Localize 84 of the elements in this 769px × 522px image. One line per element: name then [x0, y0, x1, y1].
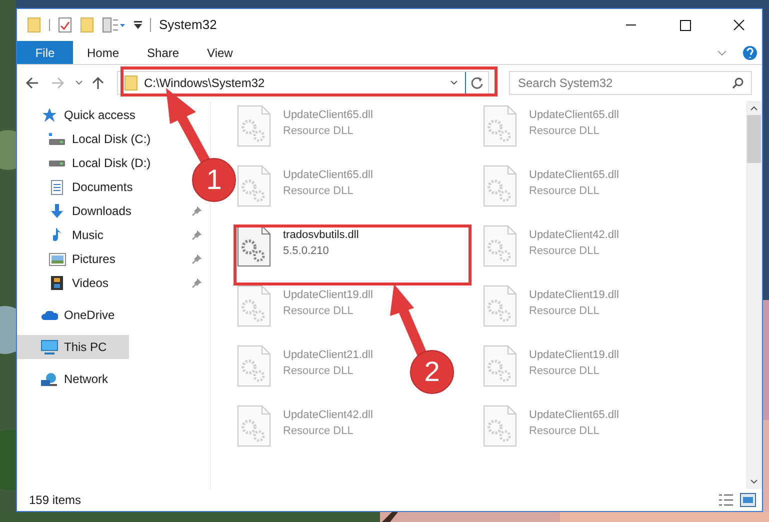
search-field[interactable]: Search System32 [509, 71, 752, 95]
star-icon [42, 108, 56, 122]
address-path: C:\Windows\System32 [144, 75, 266, 92]
file-name: UpdateClient42.dll [283, 408, 373, 423]
nav-item[interactable]: Quick access [17, 103, 144, 127]
file-detail: Resource DLL [283, 304, 354, 319]
gear-file-icon [237, 225, 271, 267]
cloud-icon [40, 310, 58, 320]
drive-icon [49, 133, 65, 145]
back-arrow-icon[interactable] [25, 76, 39, 90]
nav-item[interactable]: Downloads [17, 199, 140, 223]
file-item[interactable]: tradosvbutils.dll 5.5.0.210 [237, 225, 359, 267]
file-name: UpdateClient19.dll [283, 288, 373, 303]
picture-icon [48, 252, 66, 266]
file-detail: Resource DLL [283, 424, 354, 439]
gear-file-icon [483, 165, 517, 207]
document-icon [51, 180, 63, 194]
gear-file-icon [237, 285, 271, 327]
properties-icon[interactable] [102, 17, 126, 33]
file-name: tradosvbutils.dll [283, 228, 359, 243]
customize-arrow-icon[interactable] [134, 20, 142, 30]
file-name: UpdateClient65.dll [283, 108, 373, 123]
ribbon-tab[interactable]: Share [133, 41, 194, 64]
download-icon [51, 204, 63, 218]
up-arrow-icon[interactable] [91, 76, 105, 90]
gear-file-icon [483, 225, 517, 267]
file-name: UpdateClient65.dll [529, 168, 619, 183]
nav-item[interactable]: This PC [17, 335, 129, 359]
film-icon [51, 276, 63, 290]
nav-item[interactable]: Network [17, 367, 116, 391]
pin-icon[interactable] [192, 278, 202, 288]
gear-file-icon [237, 165, 271, 207]
ribbon-tab[interactable]: View [193, 41, 247, 64]
folder-icon [124, 75, 138, 91]
file-detail: Resource DLL [283, 124, 354, 139]
file-name: UpdateClient42.dll [529, 228, 619, 243]
file-detail: Resource DLL [283, 364, 354, 379]
file-detail: Resource DLL [283, 184, 354, 199]
nav-item[interactable]: Videos [17, 271, 116, 295]
gear-file-icon [483, 105, 517, 147]
music-note-icon [52, 228, 62, 242]
gear-file-icon [237, 405, 271, 447]
nav-item[interactable]: Documents [17, 175, 141, 199]
network-icon [41, 372, 57, 386]
file-detail: 5.5.0.210 [283, 244, 330, 259]
file-detail: Resource DLL [529, 424, 600, 439]
file-name: UpdateClient65.dll [529, 408, 619, 423]
file-name: UpdateClient21.dll [283, 348, 373, 363]
recent-caret-icon[interactable] [75, 79, 83, 87]
pin-icon[interactable] [192, 254, 202, 264]
tiles-view-icon[interactable] [740, 493, 756, 507]
gear-file-icon [237, 345, 271, 387]
file-name: UpdateClient65.dll [283, 168, 373, 183]
nav-item[interactable]: Music [17, 223, 112, 247]
gear-file-icon [483, 285, 517, 327]
file-tab[interactable]: File [17, 41, 73, 64]
ribbon-tab[interactable]: Home [73, 41, 134, 64]
gear-file-icon [483, 345, 517, 387]
details-view-icon[interactable] [718, 493, 734, 507]
file-detail: Resource DLL [529, 124, 600, 139]
nav-item[interactable]: Pictures [17, 247, 124, 271]
nav-item[interactable]: Local Disk (C:) [17, 127, 159, 151]
gear-file-icon [237, 105, 271, 147]
scrollbar[interactable] [746, 101, 762, 489]
item-count: 159 items [29, 492, 82, 509]
nav-item[interactable]: Local Disk (D:) [17, 151, 159, 175]
checklist-icon[interactable] [58, 17, 72, 33]
address-bar[interactable]: C:\Windows\System32 [117, 71, 489, 95]
file-name: UpdateClient65.dll [529, 108, 619, 123]
pin-icon[interactable] [192, 230, 202, 240]
scroll-thumb[interactable] [747, 115, 761, 163]
gear-file-icon [483, 405, 517, 447]
pin-icon[interactable] [192, 206, 202, 216]
nav-item[interactable]: OneDrive [17, 303, 123, 327]
window-title: System32 [159, 16, 217, 34]
file-name: UpdateClient19.dll [529, 288, 619, 303]
file-detail: Resource DLL [529, 244, 600, 259]
search-icon[interactable] [732, 77, 744, 89]
file-detail: Resource DLL [529, 364, 600, 379]
drive-icon [49, 160, 65, 166]
file-detail: Resource DLL [529, 304, 600, 319]
file-detail: Resource DLL [529, 184, 600, 199]
file-name: UpdateClient19.dll [529, 348, 619, 363]
monitor-icon [40, 340, 58, 354]
